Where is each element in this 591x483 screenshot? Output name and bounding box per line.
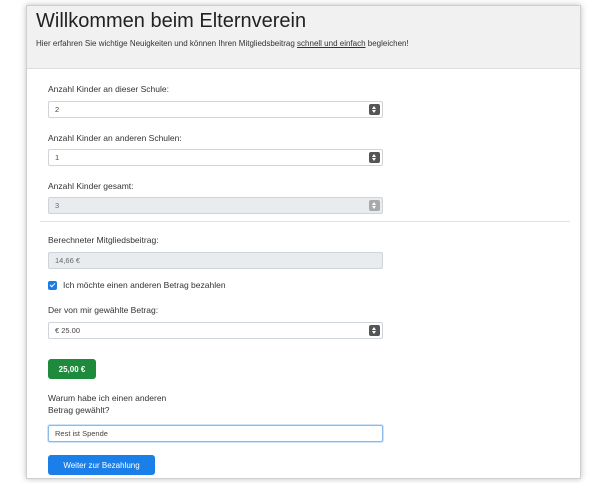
spinner-arrows-icon[interactable] <box>369 152 380 163</box>
kids-total-label: Anzahl Kinder gesamt: <box>48 181 134 191</box>
spinner-arrows-icon[interactable] <box>369 104 380 115</box>
reason-value: Rest ist Spende <box>55 429 108 438</box>
header-jumbotron: Willkommen beim Elternverein Hier erfahr… <box>27 6 580 69</box>
kids-total-value: 3 <box>55 201 60 210</box>
main-card: Willkommen beim Elternverein Hier erfahr… <box>26 5 581 479</box>
fee-field: 14,66 € <box>48 252 383 269</box>
reason-label-line1: Warum habe ich einen anderen <box>48 393 167 403</box>
kids-other-label: Anzahl Kinder an anderen Schulen: <box>48 133 182 143</box>
kids-other-value: 1 <box>55 153 60 162</box>
reason-input[interactable]: Rest ist Spende <box>48 425 383 442</box>
intro-text-end: begleichen! <box>365 39 409 48</box>
page-title: Willkommen beim Elternverein <box>36 10 307 32</box>
kids-school-label: Anzahl Kinder an dieser Schule: <box>48 84 169 94</box>
chosen-amount-value: € 25.00 <box>55 326 81 335</box>
intro-text: Hier erfahren Sie wichtige Neuigkeiten u… <box>36 38 571 49</box>
reason-label-line2: Betrag gewählt? <box>48 405 110 415</box>
spinner-arrows-icon <box>369 200 380 211</box>
intro-highlight: schnell und einfach <box>297 39 366 48</box>
kids-school-input[interactable]: 2 <box>48 101 383 118</box>
spinner-arrows-icon[interactable] <box>369 325 380 336</box>
kids-other-input[interactable]: 1 <box>48 149 383 166</box>
fee-label: Berechneter Mitgliedsbeitrag: <box>48 235 159 245</box>
chosen-amount-input[interactable]: € 25.00 <box>48 322 383 339</box>
intro-text-start: Hier erfahren Sie wichtige Neuigkeiten u… <box>36 39 298 48</box>
continue-to-payment-button[interactable]: Weiter zur Bezahlung <box>48 455 155 475</box>
kids-total-input: 3 <box>48 197 383 214</box>
other-amount-checkbox-label: Ich möchte einen anderen Betrag bezahlen <box>63 280 226 290</box>
chosen-amount-label: Der von mir gewählte Betrag: <box>48 305 159 315</box>
amount-badge: 25,00 € <box>48 359 96 379</box>
checkmark-icon[interactable] <box>48 280 57 290</box>
fee-value: 14,66 € <box>55 256 81 265</box>
other-amount-checkbox-row[interactable]: Ich möchte einen anderen Betrag bezahlen <box>48 280 226 290</box>
section-divider <box>40 221 570 222</box>
kids-school-value: 2 <box>55 105 60 114</box>
